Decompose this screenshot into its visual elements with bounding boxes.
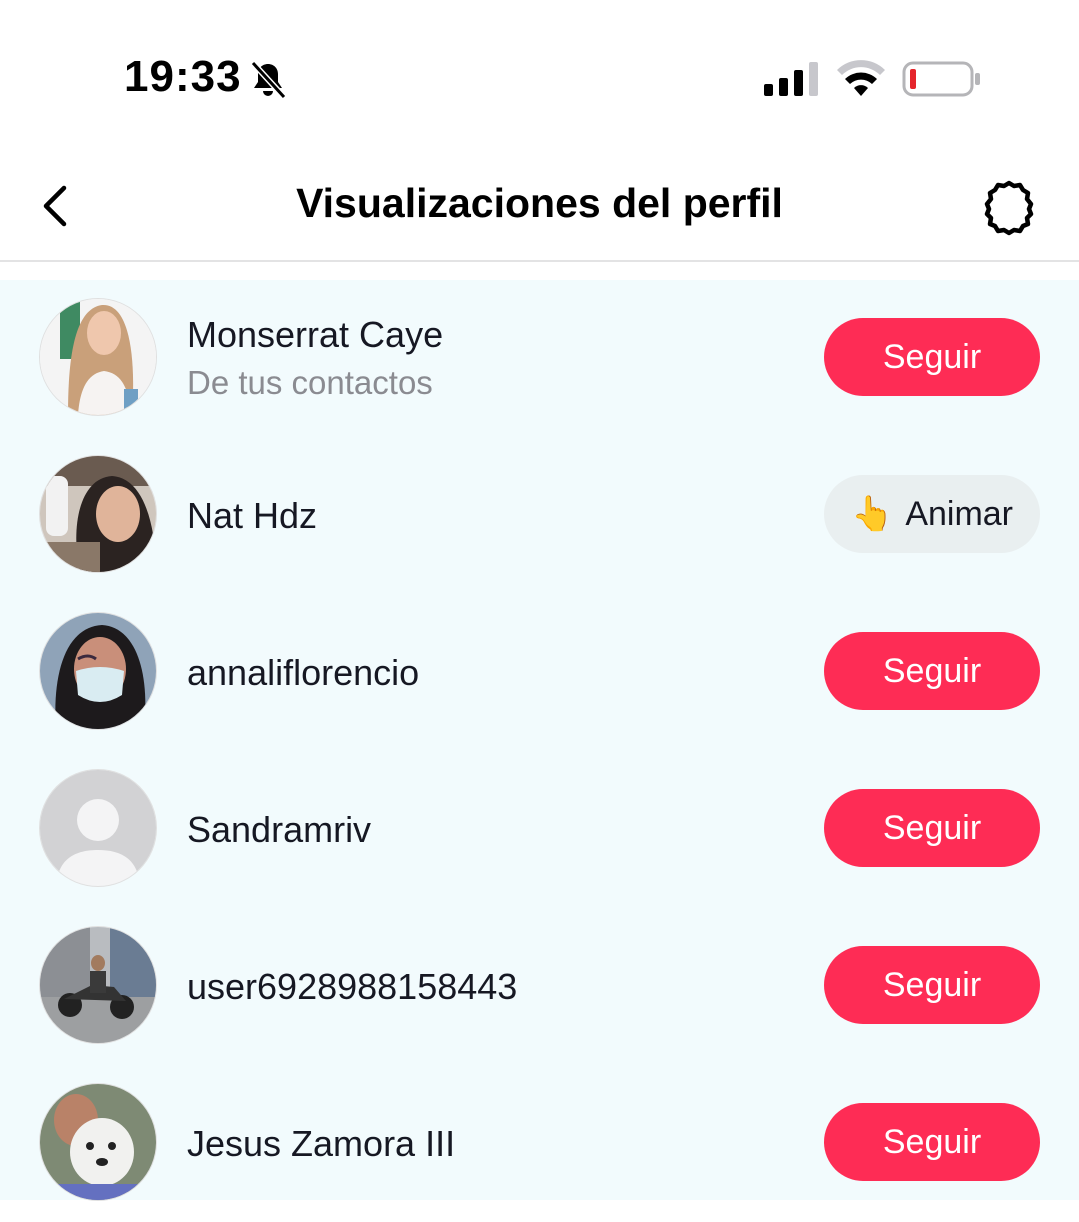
status-bar: 19:33 [0, 0, 1079, 150]
list-item[interactable]: Jesus Zamora III Seguir [0, 1065, 1079, 1222]
avatar[interactable] [40, 456, 156, 572]
avatar[interactable] [40, 299, 156, 415]
list-item[interactable]: Nat Hdz 👆 Animar [0, 437, 1079, 594]
viewer-name[interactable]: Sandramriv [187, 809, 371, 851]
page-title: Visualizaciones del perfil [296, 180, 783, 226]
list-item[interactable]: Sandramriv Seguir [0, 751, 1079, 908]
status-time: 19:33 [124, 52, 242, 101]
animar-button[interactable]: 👆 Animar [824, 475, 1040, 553]
viewer-name[interactable]: user6928988158443 [187, 966, 517, 1008]
viewer-name[interactable]: Jesus Zamora III [187, 1123, 455, 1165]
viewer-name[interactable]: Monserrat Caye [187, 314, 443, 356]
viewer-name[interactable]: annaliflorencio [187, 652, 419, 694]
list-item[interactable]: Monserrat Caye De tus contactos Seguir [0, 280, 1079, 437]
battery-low-icon [902, 60, 982, 98]
follow-button[interactable]: Seguir [824, 632, 1040, 710]
bell-muted-icon [248, 60, 288, 100]
settings-button[interactable] [978, 178, 1040, 238]
list-item[interactable]: user6928988158443 Seguir [0, 908, 1079, 1065]
avatar[interactable] [40, 927, 156, 1043]
list-item[interactable]: annaliflorencio Seguir [0, 594, 1079, 751]
viewer-subtitle: De tus contactos [187, 364, 433, 401]
pointing-hand-icon: 👆 [850, 495, 894, 533]
avatar[interactable] [40, 770, 156, 886]
wifi-icon [836, 60, 886, 98]
cellular-signal-icon [764, 62, 822, 96]
viewers-list: Monserrat Caye De tus contactos Seguir N… [0, 280, 1079, 1200]
follow-button[interactable]: Seguir [824, 318, 1040, 396]
avatar[interactable] [40, 613, 156, 729]
animar-label: Animar [905, 494, 1014, 533]
gear-icon [984, 180, 1034, 236]
viewer-name[interactable]: Nat Hdz [187, 495, 317, 537]
avatar[interactable] [40, 1084, 156, 1200]
follow-button[interactable]: Seguir [824, 789, 1040, 867]
follow-button[interactable]: Seguir [824, 1103, 1040, 1181]
follow-button[interactable]: Seguir [824, 946, 1040, 1024]
header: Visualizaciones del perfil [0, 150, 1079, 262]
